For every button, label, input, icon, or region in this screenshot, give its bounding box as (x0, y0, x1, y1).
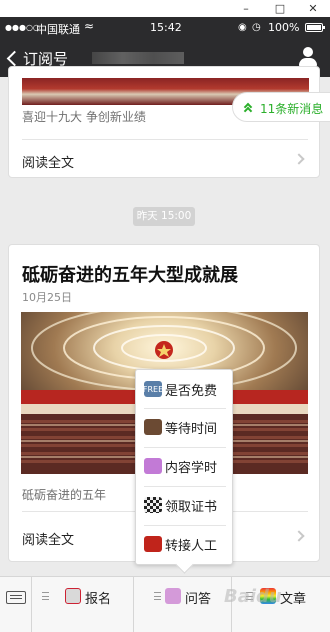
read-full-label: 阅读全文 (22, 533, 75, 548)
chevron-left-icon (6, 50, 23, 66)
article-caption: 砥砺奋进的五年 (22, 488, 107, 502)
double-chevron-up-icon (243, 102, 254, 116)
new-messages-button[interactable]: 11条新消息 (232, 92, 330, 122)
close-icon[interactable]: ✕ (302, 0, 324, 17)
signal-icon: ●●●○○ (5, 23, 40, 32)
divider (22, 139, 308, 140)
menu-item-free[interactable]: FREE 是否免费 (143, 373, 228, 405)
article-caption: 喜迎十九大 争创新业绩 (22, 110, 146, 124)
blurred-account-name (92, 52, 184, 64)
lock-rotation-icon: ◉ (238, 22, 247, 33)
person-tipping-hand-icon (165, 588, 181, 604)
keyboard-toggle-button[interactable] (0, 577, 32, 632)
new-messages-label: 11条新消息 (260, 102, 324, 116)
clock: 15:42 (150, 21, 182, 34)
person-icon[interactable] (298, 47, 318, 67)
minimize-icon[interactable]: – (235, 0, 257, 17)
menu-item-label: 内容学时 (165, 460, 218, 476)
menu-tab-qa[interactable]: 问答 (134, 577, 232, 632)
menu-tab-label: 文章 (280, 592, 307, 607)
checkered-flag-icon (144, 497, 162, 513)
menu-lines-icon (42, 592, 49, 600)
divider (144, 486, 226, 487)
menu-tab-signup[interactable]: 报名 (32, 577, 134, 632)
keyboard-icon (6, 591, 26, 604)
menu-tab-label: 报名 (85, 592, 112, 607)
divider (144, 447, 226, 448)
read-full-label: 阅读全文 (22, 156, 75, 171)
menu-item-study-hours[interactable]: 内容学时 (144, 450, 228, 482)
battery-icon (305, 23, 325, 32)
window-titlebar: – □ ✕ (0, 0, 330, 17)
status-bar: ●●●○○ 中国联通 ≈ 15:42 ◉ ◷ 100% (0, 17, 330, 39)
maximize-icon[interactable]: □ (269, 0, 291, 17)
carrier-label: 中国联通 (36, 23, 80, 36)
article-date: 10月25日 (22, 291, 72, 304)
baidu-watermark: Baidu (224, 586, 282, 607)
read-full-link[interactable]: 阅读全文 (9, 141, 319, 179)
menu-tab-label: 问答 (185, 592, 212, 607)
menu-lines-icon (154, 592, 161, 600)
menu-item-label: 等待时间 (165, 421, 218, 437)
menu-item-transfer-agent[interactable]: 转接人工 (144, 528, 228, 560)
divider (144, 408, 226, 409)
person-raising-hand-icon (144, 458, 162, 474)
timestamp-badge: 昨天 15:00 (133, 207, 195, 226)
menu-item-certificate[interactable]: 领取证书 (144, 489, 228, 521)
chevron-right-icon (293, 153, 305, 165)
coffee-icon (144, 419, 162, 435)
telephone-icon (144, 536, 162, 552)
hospital-icon (65, 588, 81, 604)
article-card[interactable]: 喜迎十九大 争创新业绩 阅读全文 (8, 66, 320, 178)
menu-item-label: 转接人工 (165, 538, 218, 554)
menu-item-label: 是否免费 (165, 383, 218, 399)
submenu-popup: FREE 是否免费 等待时间 内容学时 领取证书 转接人工 (135, 369, 233, 565)
chevron-right-icon (293, 530, 305, 542)
alarm-icon: ◷ (252, 22, 261, 33)
battery-percent: 100% (268, 21, 300, 34)
divider (144, 525, 226, 526)
article-title: 砥砺奋进的五年大型成就展 (22, 265, 238, 286)
free-icon: FREE (143, 381, 163, 397)
menu-item-label: 领取证书 (165, 499, 218, 515)
wifi-icon: ≈ (84, 19, 95, 33)
menu-item-wait-time[interactable]: 等待时间 (144, 411, 228, 443)
